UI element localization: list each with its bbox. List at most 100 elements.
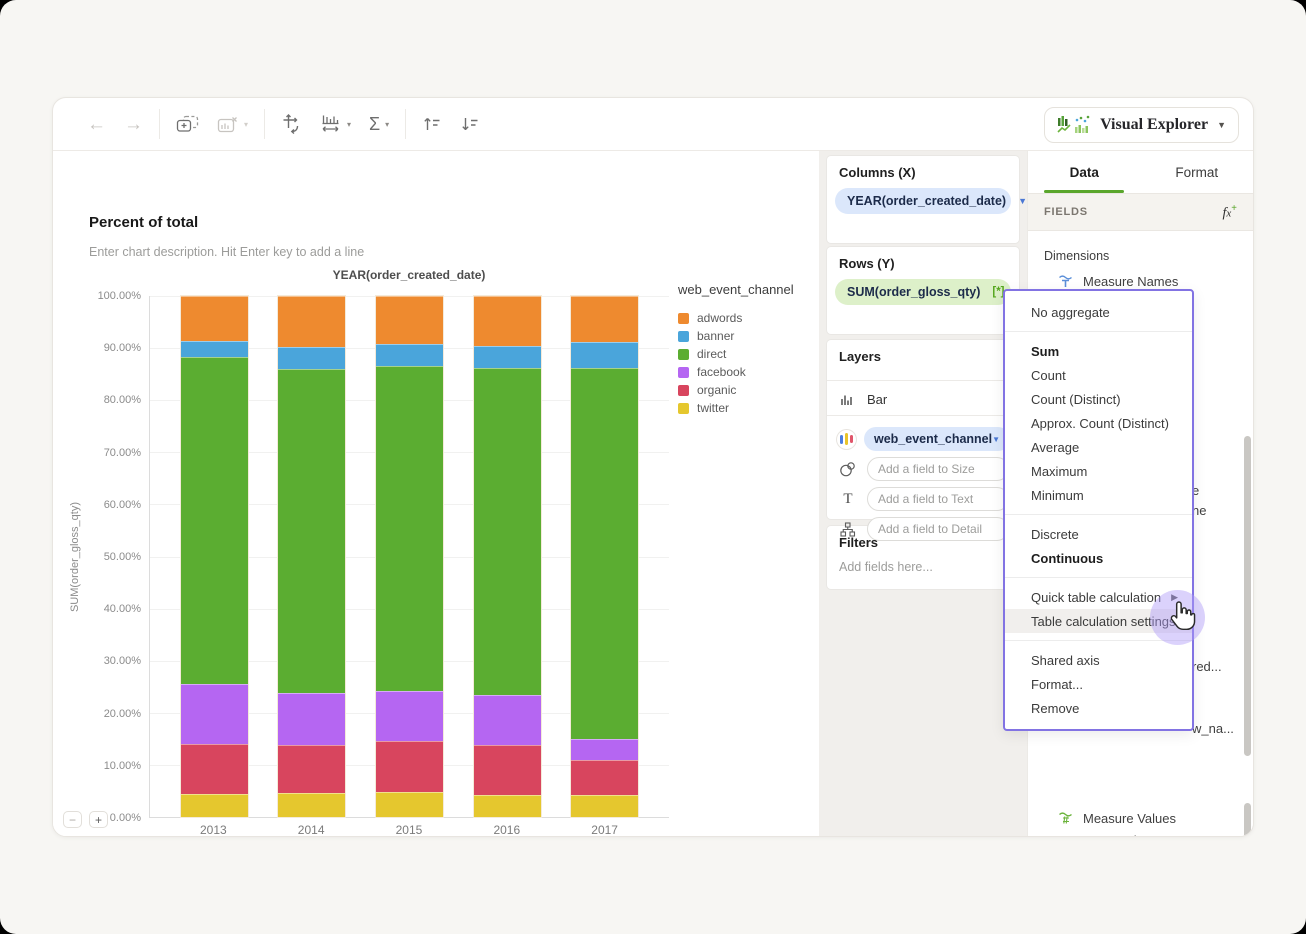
size-field-slot[interactable]: Add a field to Size bbox=[867, 457, 1009, 481]
menu-item-sum[interactable]: Sum bbox=[1005, 339, 1192, 363]
filters-drop-zone[interactable]: Add fields here... bbox=[835, 558, 1011, 578]
menu-item-table-calculation-settings[interactable]: Table calculation settings... bbox=[1005, 609, 1192, 633]
bar-segment-twitter[interactable] bbox=[571, 794, 639, 817]
legend-item-organic[interactable]: organic bbox=[678, 381, 794, 399]
viz-type-selector[interactable]: Visual Explorer ▼ bbox=[1044, 107, 1239, 143]
bar-segment-facebook[interactable] bbox=[375, 691, 443, 742]
menu-item-format[interactable]: Format... bbox=[1005, 672, 1192, 696]
remove-chart-button[interactable]: ▾ bbox=[217, 116, 248, 133]
bar-segment-facebook[interactable] bbox=[180, 683, 248, 745]
menu-item-average[interactable]: Average bbox=[1005, 435, 1192, 459]
scrollbar-thumb[interactable] bbox=[1244, 803, 1251, 836]
bar-segment-organic[interactable] bbox=[571, 759, 639, 795]
bar-segment-adwords[interactable] bbox=[278, 296, 346, 348]
pill-chevron-icon: ▼ bbox=[1018, 196, 1028, 206]
menu-item-shared-axis[interactable]: Shared axis bbox=[1005, 648, 1192, 672]
mark-type-row[interactable]: Bar bbox=[835, 389, 1011, 410]
legend-item-direct[interactable]: direct bbox=[678, 345, 794, 363]
field-account-lat[interactable]: #account_lat bbox=[1058, 830, 1148, 836]
bar-segment-banner[interactable] bbox=[473, 345, 541, 368]
legend-item-facebook[interactable]: facebook bbox=[678, 363, 794, 381]
rows-pill[interactable]: SUM(order_gloss_qty) [*] ▼ bbox=[835, 279, 1019, 305]
bin-width-button[interactable]: ▾ bbox=[320, 114, 351, 134]
menu-item-discrete[interactable]: Discrete bbox=[1005, 522, 1192, 546]
forward-button[interactable]: → bbox=[124, 115, 143, 134]
y-tick-label: 60.00% bbox=[103, 498, 141, 511]
bar-segment-banner[interactable] bbox=[375, 344, 443, 366]
bar-segment-banner[interactable] bbox=[180, 340, 248, 357]
menu-divider bbox=[1005, 640, 1192, 641]
menu-item-maximum[interactable]: Maximum bbox=[1005, 459, 1192, 483]
bars bbox=[150, 295, 669, 818]
scrollbar-thumb[interactable] bbox=[1244, 436, 1251, 756]
legend-item-twitter[interactable]: twitter bbox=[678, 399, 794, 417]
y-tick-label: 70.00% bbox=[103, 446, 141, 459]
sort-ascending-button[interactable] bbox=[422, 115, 442, 133]
bar-segment-direct[interactable] bbox=[571, 367, 639, 740]
sort-descending-button[interactable] bbox=[460, 115, 480, 133]
bar-segment-direct[interactable] bbox=[473, 367, 541, 696]
bar-segment-facebook[interactable] bbox=[278, 693, 346, 746]
stacked-bar-2016 bbox=[472, 295, 542, 818]
back-icon: ← bbox=[87, 113, 106, 135]
y-tick-label: 30.00% bbox=[103, 655, 141, 668]
x-tick-label: 2015 bbox=[395, 823, 423, 837]
bar-segment-banner[interactable] bbox=[278, 347, 346, 369]
field-measure-names[interactable]: Measure Names bbox=[1058, 271, 1178, 291]
menu-item-count-distinct[interactable]: Count (Distinct) bbox=[1005, 387, 1192, 411]
tab-data[interactable]: Data bbox=[1028, 151, 1141, 193]
bar-segment-adwords[interactable] bbox=[180, 296, 248, 341]
legend-swatch-icon bbox=[678, 402, 689, 414]
aggregate-button[interactable]: Σ ▾ bbox=[369, 114, 389, 135]
tab-format[interactable]: Format bbox=[1141, 151, 1254, 193]
menu-item-remove[interactable]: Remove bbox=[1005, 696, 1192, 720]
bar-segment-adwords[interactable] bbox=[473, 296, 541, 346]
bar-segment-twitter[interactable] bbox=[473, 794, 541, 817]
menu-item-no-aggregate[interactable]: No aggregate bbox=[1005, 300, 1192, 324]
viz-selector-icon bbox=[1057, 115, 1090, 133]
field-measure-values[interactable]: Measure Values bbox=[1058, 808, 1176, 828]
menu-item-approx-count-distinct[interactable]: Approx. Count (Distinct) bbox=[1005, 411, 1192, 435]
menu-item-continuous[interactable]: Continuous bbox=[1005, 546, 1192, 570]
bar-segment-adwords[interactable] bbox=[571, 296, 639, 342]
panel-tabs: Data Format bbox=[1028, 151, 1253, 193]
bar-segment-direct[interactable] bbox=[180, 356, 248, 684]
bar-segment-direct[interactable] bbox=[278, 368, 346, 694]
bar-segment-twitter[interactable] bbox=[278, 793, 346, 817]
forward-icon: → bbox=[124, 113, 143, 135]
bar-segment-adwords[interactable] bbox=[375, 296, 443, 345]
detail-field-slot[interactable]: Add a field to Detail bbox=[867, 517, 1009, 541]
menu-item-quick-table-calculation[interactable]: Quick table calculation ▶ bbox=[1005, 585, 1192, 609]
bar-segment-twitter[interactable] bbox=[180, 794, 248, 817]
bin-width-icon bbox=[322, 115, 339, 132]
x-axis-title: YEAR(order_created_date) bbox=[332, 268, 486, 282]
chart-description-input[interactable]: Enter chart description. Hit Enter key t… bbox=[89, 245, 364, 259]
bar-segment-twitter[interactable] bbox=[375, 792, 443, 817]
color-field-pill[interactable]: web_event_channel ▼ bbox=[864, 427, 1011, 451]
sort-descending-icon bbox=[462, 118, 478, 130]
text-field-slot[interactable]: Add a field to Text bbox=[867, 487, 1009, 511]
bar-segment-organic[interactable] bbox=[278, 745, 346, 794]
shelf-panel: Columns (X) YEAR(order_created_date) ▼ R… bbox=[819, 151, 1027, 836]
legend-item-adwords[interactable]: adwords bbox=[678, 309, 794, 327]
menu-item-minimum[interactable]: Minimum bbox=[1005, 483, 1192, 507]
swap-axes-button[interactable] bbox=[281, 114, 302, 134]
bar-segment-organic[interactable] bbox=[473, 745, 541, 795]
bar-segment-facebook[interactable] bbox=[571, 739, 639, 760]
columns-pill[interactable]: YEAR(order_created_date) ▼ bbox=[835, 188, 1027, 214]
chart-title[interactable]: Percent of total bbox=[89, 214, 198, 231]
aggregate-chevron-icon: ▾ bbox=[385, 119, 390, 129]
bar-segment-direct[interactable] bbox=[375, 365, 443, 692]
menu-item-count[interactable]: Count bbox=[1005, 363, 1192, 387]
y-tick-label: 40.00% bbox=[103, 603, 141, 616]
obscured-field-fragment: red... bbox=[1192, 659, 1222, 674]
bar-segment-organic[interactable] bbox=[375, 741, 443, 792]
back-button[interactable]: ← bbox=[87, 115, 106, 134]
legend-item-banner[interactable]: banner bbox=[678, 327, 794, 345]
bin-width-chevron-icon: ▾ bbox=[347, 119, 352, 129]
bar-segment-banner[interactable] bbox=[571, 341, 639, 368]
bar-segment-facebook[interactable] bbox=[473, 695, 541, 746]
add-calculated-field-button[interactable]: fx+ bbox=[1223, 203, 1237, 222]
bar-segment-organic[interactable] bbox=[180, 744, 248, 795]
add-chart-button[interactable] bbox=[176, 115, 199, 133]
